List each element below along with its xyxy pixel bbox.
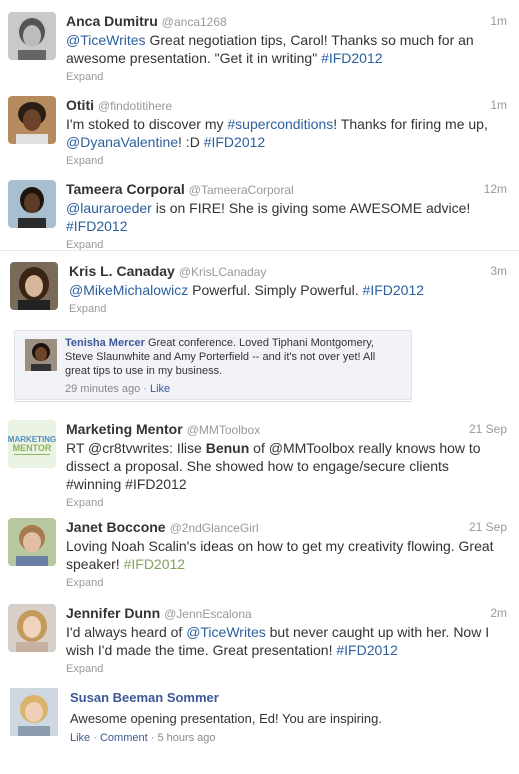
post-text: Awesome opening presentation, Ed! You ar… — [70, 711, 382, 726]
like-link[interactable]: Like — [70, 732, 90, 744]
commenter-name[interactable]: Tenisha Mercer — [65, 337, 145, 349]
hashtag-link[interactable]: #IFD2012 — [124, 556, 185, 572]
tweet-link[interactable]: #IFD2012 — [321, 50, 382, 66]
tweet-link[interactable]: #IFD2012 — [363, 282, 424, 298]
author-name[interactable]: Tameera Corporal — [66, 181, 185, 197]
avatar[interactable] — [10, 688, 58, 736]
author-handle[interactable]: @KrisLCanaday — [179, 265, 267, 279]
avatar[interactable] — [8, 518, 56, 566]
tweet-time[interactable]: 12m — [484, 180, 507, 198]
author-name[interactable]: Janet Boccone — [66, 519, 166, 535]
author-handle[interactable]: @JennEscalona — [164, 607, 252, 621]
meta-separator: · — [147, 732, 158, 744]
author-handle[interactable]: @anca1268 — [162, 15, 227, 29]
avatar[interactable] — [25, 339, 57, 371]
logo-line-2: MENTOR — [13, 443, 52, 453]
tweet-link[interactable]: #IFD2012 — [204, 134, 265, 150]
expand-link[interactable]: Expand — [66, 661, 507, 677]
avatar[interactable] — [10, 262, 58, 310]
tweet-time[interactable]: 2m — [490, 604, 507, 622]
tweet-text: @TiceWrites Great negotiation tips, Caro… — [66, 31, 507, 67]
tweet-text-segment: Powerful. Simply Powerful. — [188, 282, 363, 298]
author-name[interactable]: Marketing Mentor — [66, 421, 183, 437]
tweet-text-segment: ! :D — [178, 134, 204, 150]
tweet-text-segment: is on FIRE! She is giving some AWESOME a… — [151, 200, 471, 216]
like-link[interactable]: Like — [150, 383, 170, 395]
author-name[interactable]: Kris L. Canaday — [69, 263, 175, 279]
comment-link[interactable]: Comment — [100, 732, 148, 744]
expand-link[interactable]: Expand — [69, 301, 507, 317]
expand-link[interactable]: Expand — [66, 495, 507, 511]
divider — [14, 401, 412, 402]
avatar[interactable] — [8, 604, 56, 652]
author-name[interactable]: Otiti — [66, 97, 94, 113]
meta-separator: · — [90, 732, 100, 744]
author-handle[interactable]: @findotitihere — [98, 99, 172, 113]
tweet-text: RT @cr8tvwrites: Ilise Benun of @MMToolb… — [66, 439, 507, 493]
meta-separator: · — [140, 383, 150, 395]
tweet-text-segment: I'm stoked to discover my — [66, 116, 228, 132]
avatar[interactable]: MARKETING MENTOR — [8, 420, 56, 468]
facebook-comment: Tenisha Mercer Great conference. Loved T… — [14, 330, 412, 400]
facebook-post: Susan Beeman Sommer Awesome opening pres… — [0, 686, 519, 774]
tweet-link[interactable]: @TiceWrites — [66, 32, 146, 48]
post-time[interactable]: 5 hours ago — [157, 732, 215, 744]
tweet-time[interactable]: 1m — [490, 12, 507, 30]
tweet-time[interactable]: 21 Sep — [469, 518, 507, 536]
author-handle[interactable]: @2ndGlanceGirl — [170, 521, 259, 535]
poster-name[interactable]: Susan Beeman Sommer — [70, 690, 219, 705]
tweet-link[interactable]: @lauraroeder — [66, 200, 152, 216]
avatar[interactable] — [8, 96, 56, 144]
tweet-text: @MikeMichalowicz Powerful. Simply Powerf… — [69, 281, 507, 299]
expand-link[interactable]: Expand — [66, 153, 507, 169]
tweet-link[interactable]: #IFD2012 — [336, 642, 397, 658]
author-name[interactable]: Anca Dumitru — [66, 13, 158, 29]
expand-link[interactable]: Expand — [66, 575, 507, 591]
tweet-text-segment: RT @cr8tvwrites: Ilise — [66, 440, 206, 456]
comment-time[interactable]: 29 minutes ago — [65, 383, 140, 395]
author-handle[interactable]: @MMToolbox — [187, 423, 261, 437]
tweet-text: I'm stoked to discover my #superconditio… — [66, 115, 507, 151]
tweet-link[interactable]: @DyanaValentine — [66, 134, 178, 150]
tweet-link[interactable]: @TiceWrites — [186, 624, 266, 640]
tweet-text: I'd always heard of @TiceWrites but neve… — [66, 623, 507, 659]
highlighted-text: Benun — [205, 440, 250, 456]
avatar[interactable] — [8, 12, 56, 60]
avatar[interactable] — [8, 180, 56, 228]
tweet-link[interactable]: #IFD2012 — [66, 218, 127, 234]
author-name[interactable]: Jennifer Dunn — [66, 605, 160, 621]
tweet-link[interactable]: #superconditions — [227, 116, 333, 132]
tweet-time[interactable]: 3m — [490, 262, 507, 280]
tweet-time[interactable]: 1m — [490, 96, 507, 114]
author-handle[interactable]: @TameeraCorporal — [189, 183, 294, 197]
tweet-text: @lauraroeder is on FIRE! She is giving s… — [66, 199, 507, 235]
tweet-text-segment: ! Thanks for firing me up, — [333, 116, 488, 132]
divider — [0, 250, 519, 251]
tweet-time[interactable]: 21 Sep — [469, 420, 507, 438]
expand-link[interactable]: Expand — [66, 69, 507, 85]
tweet-link[interactable]: @MikeMichalowicz — [69, 282, 188, 298]
tweet-text-segment: I'd always heard of — [66, 624, 187, 640]
tweet-text: Loving Noah Scalin's ideas on how to get… — [66, 537, 507, 573]
